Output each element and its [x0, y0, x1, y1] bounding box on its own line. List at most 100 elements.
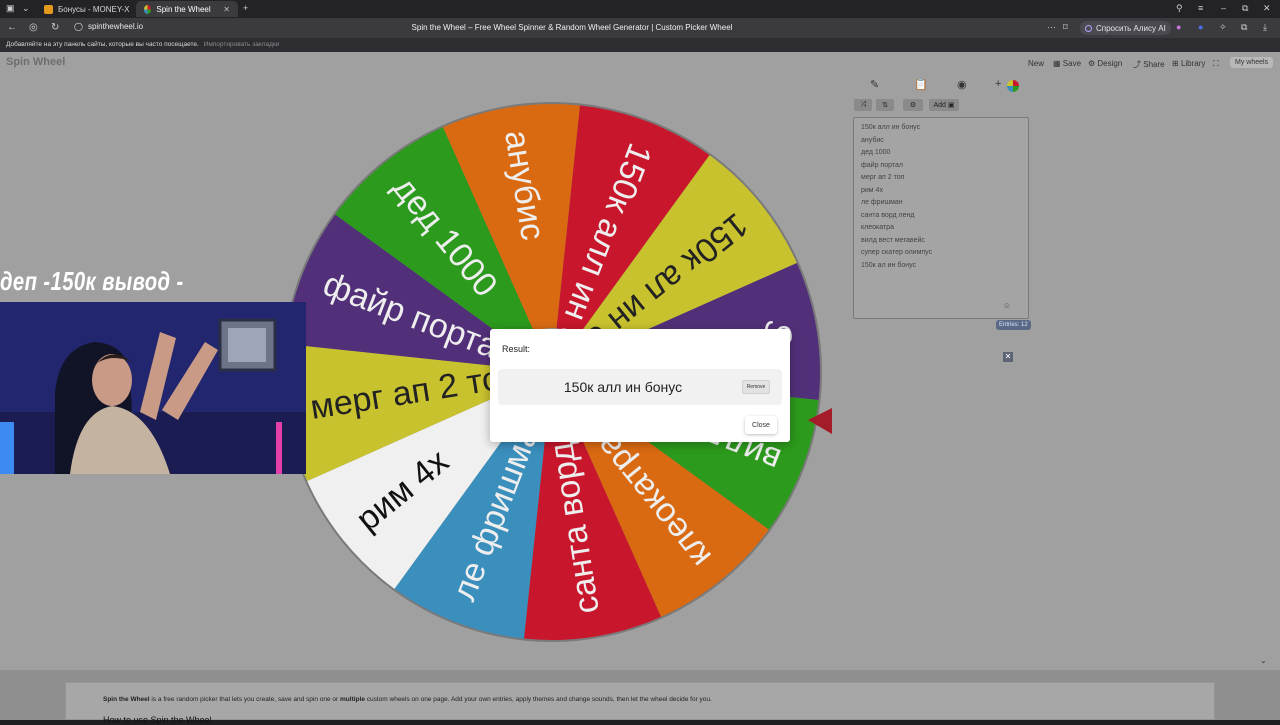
settings-button[interactable]: ⚙	[903, 99, 923, 111]
reload-icon[interactable]: ↻	[51, 22, 59, 33]
library-icon: ⊞	[1172, 59, 1181, 68]
design-label: Design	[1097, 59, 1123, 68]
close-tab-icon[interactable]: ✕	[223, 5, 230, 14]
new-button[interactable]: New	[1028, 59, 1044, 68]
design-button[interactable]: ⚙ Design	[1088, 59, 1122, 68]
extension-icon[interactable]: ●	[1176, 22, 1181, 32]
library-label: Library	[1180, 59, 1206, 68]
library-button[interactable]: ⊞ Library	[1172, 59, 1205, 68]
share-button[interactable]: ⤴ Share	[1133, 59, 1165, 70]
design-icon: ⚙	[1088, 59, 1098, 68]
how-to-heading: How to use Spin the Wheel	[103, 715, 212, 725]
result-label: Result:	[502, 344, 531, 354]
remove-button[interactable]: Remove	[742, 380, 770, 394]
about-section: Spin the Wheel is a free random picker t…	[65, 682, 1215, 725]
tab-spin-the-wheel[interactable]: Spin the Wheel - Free W ✕	[136, 1, 238, 17]
entries-list: 150к алл ин бонус анубис дед 1000 файр порт…	[861, 122, 1021, 272]
entry-line: рим 4х	[861, 186, 883, 194]
import-bookmarks-link[interactable]: Импортировать закладки	[204, 41, 280, 48]
collections-icon[interactable]: ⧉	[1241, 22, 1247, 33]
result-box: 150к алл ин бонус Remove	[498, 369, 782, 405]
shield-icon: ◯	[74, 22, 83, 31]
save-icon: ▦	[1053, 59, 1063, 68]
emoji-icon[interactable]: ☺	[1003, 301, 1011, 310]
url-field[interactable]: ◯ spinthewheel.io	[74, 22, 143, 31]
wheel-favicon-icon	[144, 4, 152, 14]
my-wheels-button[interactable]: My wheels	[1230, 57, 1274, 68]
results-clipboard-icon[interactable]: 📋	[914, 78, 928, 91]
color-wheel-icon[interactable]	[1007, 80, 1019, 92]
bookmarks-hint: Добавляйте на эту панель сайты, которые …	[6, 41, 199, 48]
image-icon: ▣	[947, 102, 955, 109]
hide-eye-icon[interactable]: ◉	[957, 78, 967, 91]
entry-line: мерг ап 2 топ	[861, 174, 905, 181]
page-content: Spin Wheel New ▦ Save ⚙ Design ⤴ Share ⊞…	[0, 52, 1280, 670]
entry-line: 150к алл ин бонус	[861, 124, 921, 131]
about-text-b: custom wheels on one page. Add your own …	[366, 696, 712, 703]
address-bar: ← ◎ ↻ ◯ spinthewheel.io Spin the Wheel –…	[0, 18, 1280, 38]
entries-textarea[interactable]: 150к алл ин бонус анубис дед 1000 файр порт…	[853, 117, 1029, 319]
streamer-image	[0, 302, 306, 474]
site-info-icon[interactable]: ◎	[29, 22, 38, 33]
share-label: Share	[1143, 60, 1165, 69]
more-icon[interactable]: ···	[1047, 22, 1056, 32]
entry-line: 150к ал ин бонус	[861, 261, 917, 269]
sort-button[interactable]: ⇅	[876, 99, 894, 111]
profile-icon[interactable]: ●	[1198, 22, 1203, 32]
ask-alice-label: Спросить Алису AI	[1096, 23, 1166, 33]
sort-icon: ⇅	[882, 102, 888, 109]
alice-icon	[1085, 24, 1092, 32]
entry-line: ле фришман	[861, 199, 903, 206]
bookmarks-bar: Добавляйте на эту панель сайты, которые …	[0, 38, 1280, 52]
fullscreen-icon[interactable]: ⛶	[1213, 59, 1219, 69]
tab-list-chevron-icon[interactable]: ⌄	[22, 3, 30, 14]
download-icon[interactable]: ⤓	[1263, 22, 1267, 33]
money-x-favicon-icon	[44, 4, 53, 14]
stream-overlay-title: деп -150к вывод -	[0, 266, 184, 296]
settings-icon: ⚙	[909, 102, 917, 109]
back-icon[interactable]: ←	[7, 22, 17, 33]
tab-count-icon[interactable]: ▣	[6, 3, 15, 14]
about-bold: multiple	[340, 696, 365, 703]
shuffle-button[interactable]: ⤨	[854, 99, 872, 111]
restore-icon[interactable]: ⧉	[1242, 3, 1248, 14]
result-dialog: Result: 150к алл ин бонус Remove Close	[490, 329, 790, 442]
entry-line: клеокатра	[861, 224, 894, 231]
tab-title: Spin the Wheel - Free W	[156, 4, 212, 14]
entries-count-badge: Entries: 12	[996, 320, 1031, 330]
webcam-feed	[0, 302, 306, 474]
share-icon: ⤴	[1133, 60, 1144, 69]
save-button[interactable]: ▦ Save	[1053, 59, 1081, 68]
bookmark-icon[interactable]: ⌑	[1063, 22, 1068, 33]
incognito-icon[interactable]: ⚲	[1176, 3, 1183, 14]
save-label: Save	[1062, 59, 1082, 68]
url-text: spinthewheel.io	[87, 22, 144, 31]
close-button[interactable]: Close	[745, 416, 777, 434]
entry-line: файр портал	[861, 161, 903, 169]
entry-line: вилд вест мегавейс	[861, 236, 925, 244]
entry-line: дед 1000	[861, 149, 891, 156]
edit-pencil-icon[interactable]: ✎	[870, 78, 879, 91]
entry-line: анубис	[861, 136, 884, 144]
page-title: Spin the Wheel – Free Wheel Spinner & Ra…	[411, 23, 733, 32]
puzzle-extensions-icon[interactable]: ✧	[1219, 22, 1227, 33]
minimize-icon[interactable]: –	[1221, 3, 1226, 13]
about-brand: Spin the Wheel	[103, 696, 150, 703]
close-window-icon[interactable]: ✕	[1263, 3, 1271, 14]
close-square-icon[interactable]: ✕	[1003, 352, 1013, 362]
add-image-label: Add	[933, 101, 946, 109]
add-wheel-icon[interactable]: +	[995, 78, 1001, 90]
scroll-down-icon[interactable]: ⌄	[1260, 656, 1267, 665]
shuffle-icon: ⤨	[860, 101, 866, 108]
result-text: 150к алл ин бонус	[563, 379, 683, 395]
tab-bonuses[interactable]: Бонусы - MONEY-X	[36, 1, 138, 17]
site-footer: Spin the Wheel is a free random picker t…	[0, 670, 1280, 725]
site-logo[interactable]: Spin Wheel	[6, 56, 65, 68]
new-tab-icon[interactable]: +	[243, 3, 248, 13]
about-text-a: is a free random picker that lets you cr…	[151, 696, 339, 703]
entry-line: супер скатер олимпус	[861, 249, 933, 256]
tab-title: Бонусы - MONEY-X	[58, 4, 130, 14]
add-image-button[interactable]: Add ▣	[929, 99, 959, 111]
menu-icon[interactable]: ≡	[1198, 3, 1203, 13]
ask-alice-button[interactable]: Спросить Алису AI	[1080, 21, 1171, 35]
